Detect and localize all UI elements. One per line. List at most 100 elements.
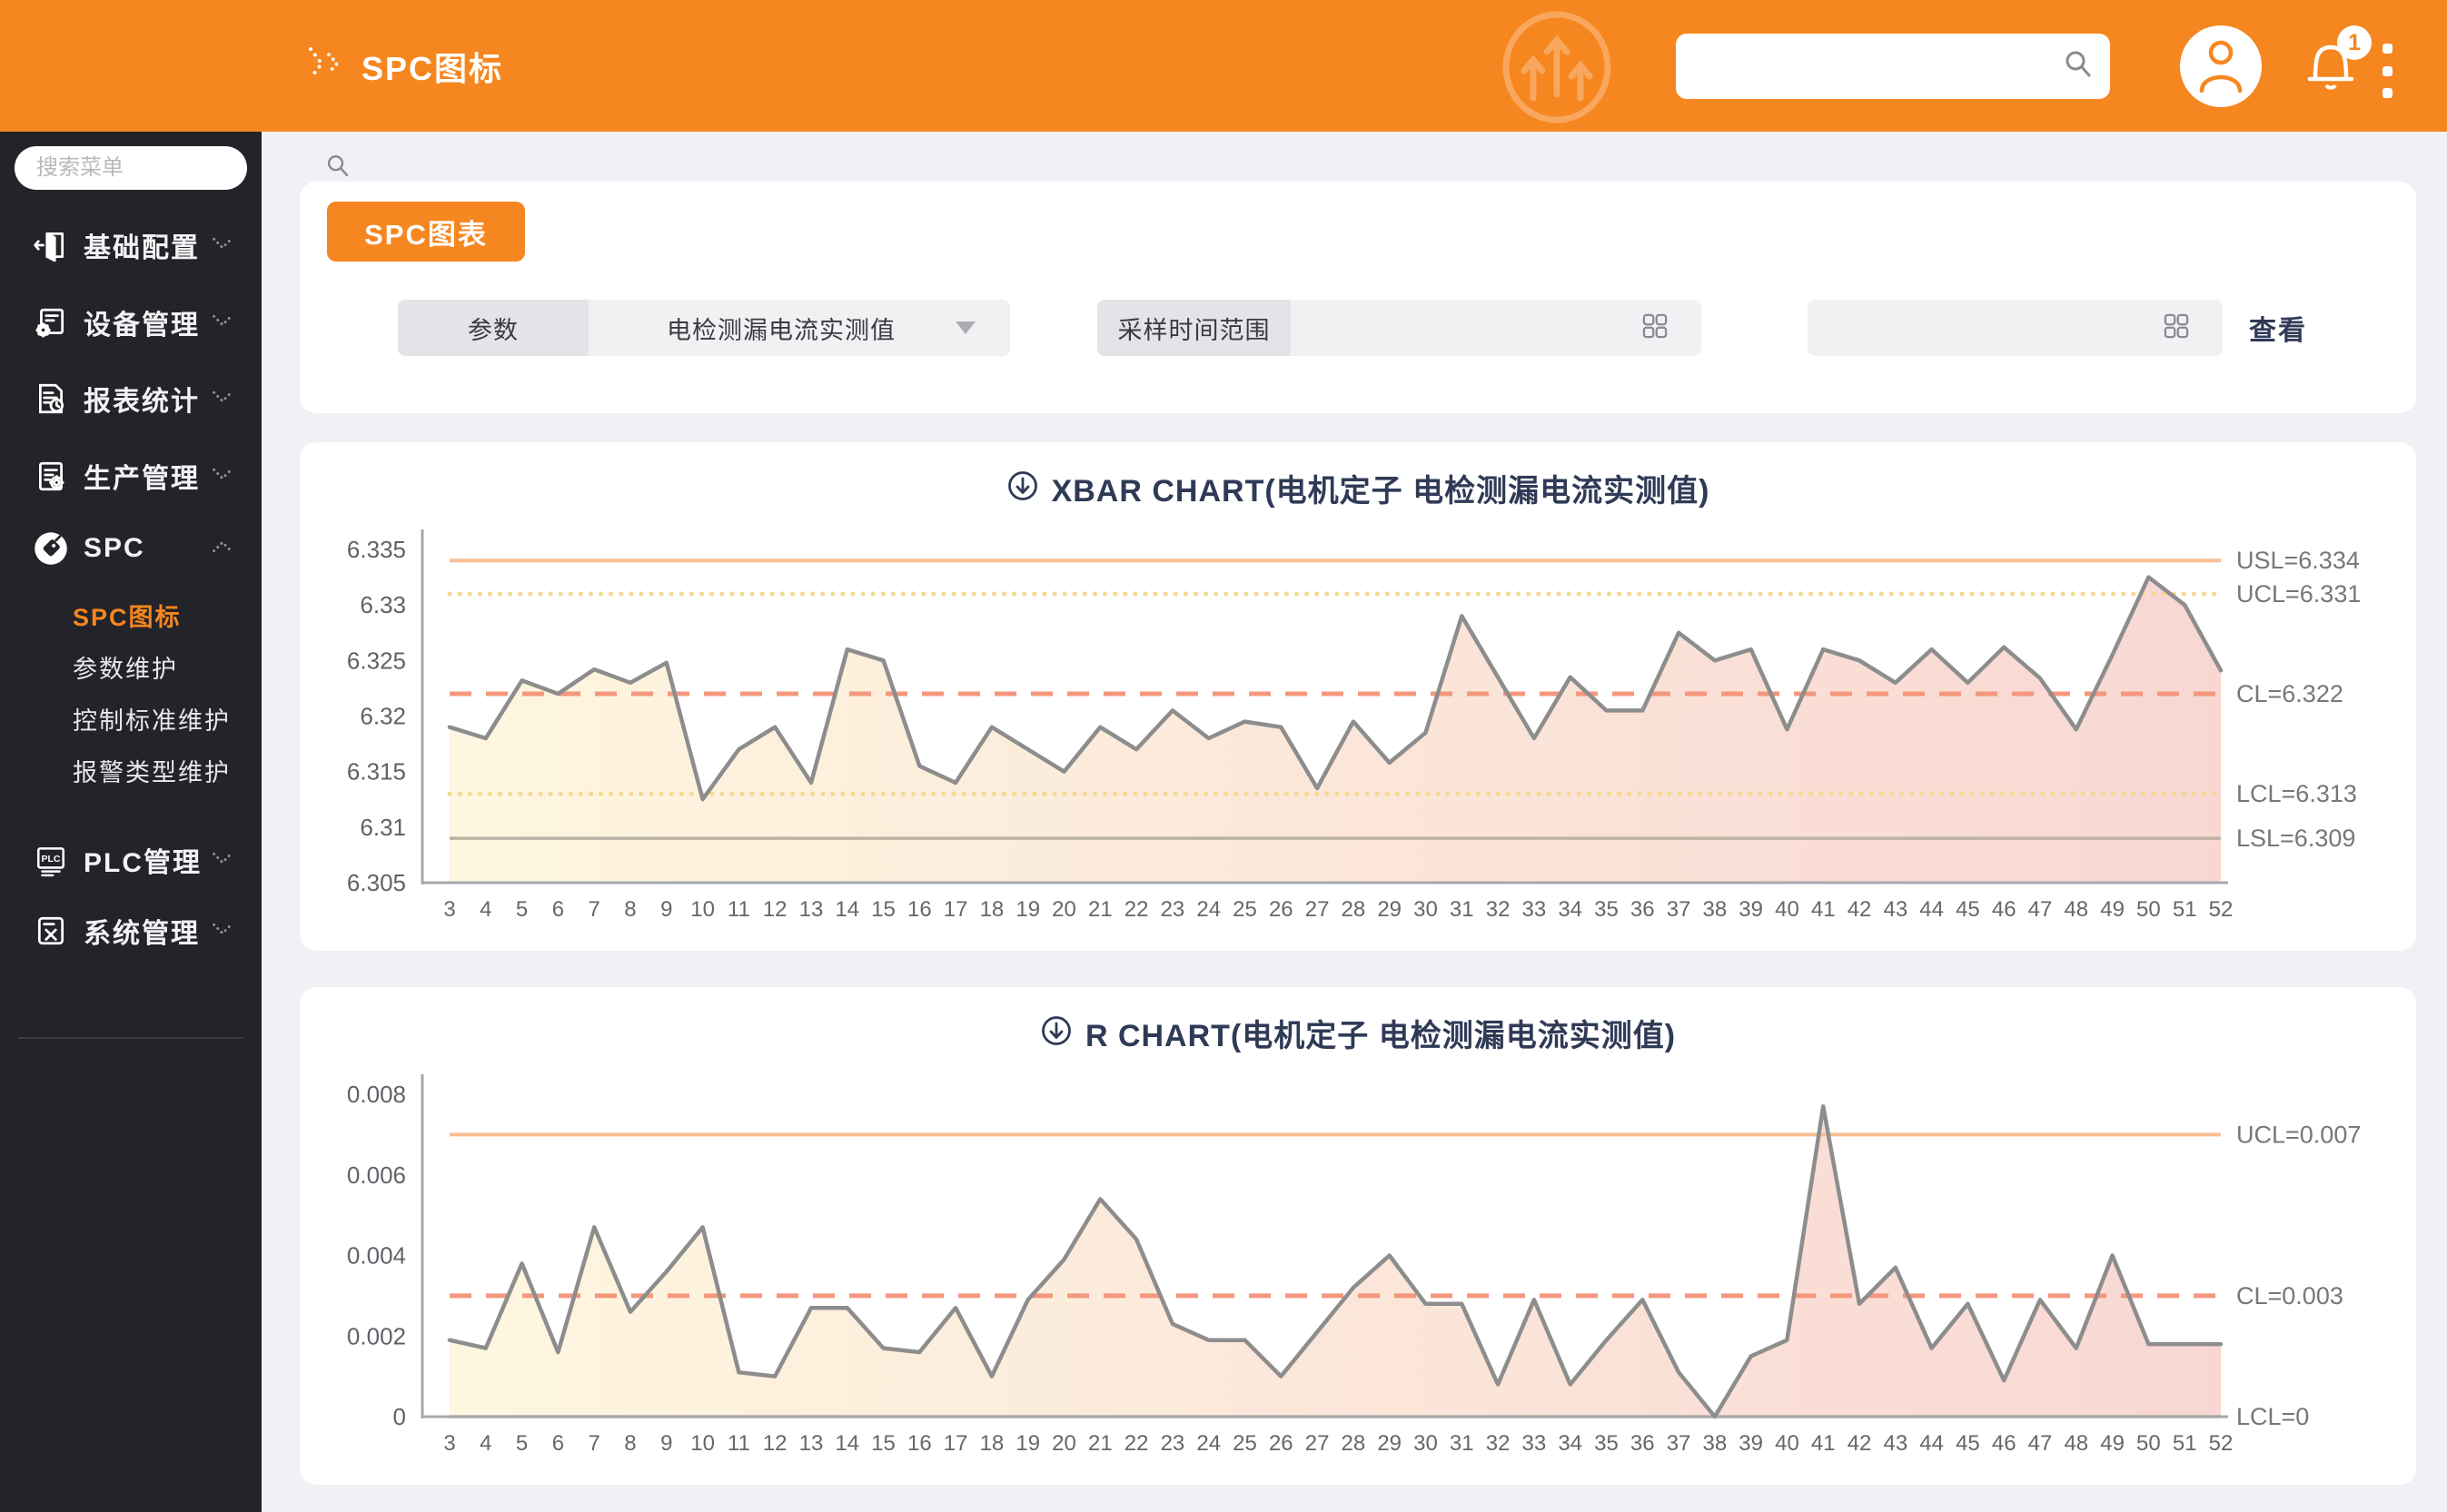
- download-circle-icon[interactable]: [1040, 1014, 1073, 1052]
- param-select[interactable]: 电检测漏电流实测值: [589, 300, 1010, 356]
- svg-text:24: 24: [1196, 1431, 1221, 1456]
- svg-text:46: 46: [1992, 1431, 2016, 1456]
- sidebar-item-label: 设备管理: [84, 302, 211, 342]
- date-from-input[interactable]: [1291, 300, 1701, 356]
- sidebar-item-device-mgmt[interactable]: 设备管理: [0, 295, 262, 350]
- svg-text:49: 49: [2100, 1431, 2125, 1456]
- chevron-down-icon: [211, 919, 234, 944]
- svg-text:27: 27: [1305, 1431, 1330, 1456]
- svg-text:9: 9: [660, 897, 672, 922]
- svg-text:49: 49: [2100, 897, 2125, 922]
- svg-text:44: 44: [1919, 897, 1944, 922]
- svg-text:33: 33: [1522, 897, 1547, 922]
- svg-text:14: 14: [835, 897, 859, 922]
- svg-text:38: 38: [1703, 897, 1728, 922]
- app-title: SPC图标: [362, 43, 503, 90]
- notification-badge: 1: [2337, 25, 2372, 60]
- calendar-icon[interactable]: [2163, 312, 2190, 344]
- date-to-input[interactable]: [1808, 300, 2223, 356]
- sidebar-subitem-spc-chart[interactable]: SPC图标: [0, 594, 262, 636]
- xbar-chart-svg: USL=6.334UCL=6.331CL=6.322LCL=6.313LSL=6…: [300, 442, 2416, 951]
- svg-text:48: 48: [2064, 1431, 2088, 1456]
- svg-text:52: 52: [2209, 897, 2234, 922]
- sidebar-item-label: 生产管理: [84, 456, 211, 496]
- svg-text:51: 51: [2173, 1431, 2197, 1456]
- sidebar-subitem-label: SPC图标: [73, 598, 182, 633]
- tag-circle-icon: [33, 530, 69, 567]
- svg-text:23: 23: [1161, 897, 1185, 922]
- sidebar-item-base-config[interactable]: 基础配置: [0, 218, 262, 272]
- svg-text:6.325: 6.325: [347, 647, 406, 674]
- header-search-input[interactable]: [1676, 53, 2063, 81]
- svg-text:37: 37: [1667, 1431, 1691, 1456]
- chevron-up-icon: [211, 537, 234, 561]
- header-bar: SPC图标: [0, 0, 2447, 132]
- svg-text:PLC: PLC: [41, 854, 60, 865]
- svg-text:34: 34: [1558, 897, 1582, 922]
- spc-chart-tab-button[interactable]: SPC图表: [327, 202, 525, 262]
- sidebar-item-report-stats[interactable]: 报表统计: [0, 371, 262, 426]
- svg-text:0.004: 0.004: [347, 1242, 406, 1270]
- sidebar: 基础配置设备管理报表统计生产管理 SPC SPC图标参数维护控制标准维护报警类型维护…: [0, 132, 262, 1512]
- svg-text:20: 20: [1052, 1431, 1076, 1456]
- svg-text:15: 15: [871, 1431, 896, 1456]
- sidebar-subitem-control-std-maint[interactable]: 控制标准维护: [0, 697, 262, 739]
- search-icon[interactable]: [325, 153, 351, 183]
- sidebar-search-input[interactable]: [15, 155, 325, 181]
- svg-text:14: 14: [835, 1431, 859, 1456]
- sidebar-subitem-alarm-type-maint[interactable]: 报警类型维护: [0, 749, 262, 791]
- notification-bell[interactable]: 1: [2303, 36, 2366, 100]
- logo-trend-icon: [1497, 11, 1624, 128]
- svg-text:0.002: 0.002: [347, 1322, 406, 1349]
- svg-text:11: 11: [728, 1431, 750, 1456]
- svg-text:27: 27: [1305, 897, 1330, 922]
- svg-text:8: 8: [624, 897, 636, 922]
- chevron-down-icon: [956, 321, 976, 334]
- xbar-chart-card: XBAR CHART(电机定子 电检测漏电流实测值) USL=6.334UCL=…: [300, 442, 2416, 951]
- svg-text:45: 45: [1956, 1431, 1980, 1456]
- svg-text:28: 28: [1342, 1431, 1366, 1456]
- svg-text:44: 44: [1919, 1431, 1944, 1456]
- chart-title: R CHART(电机定子 电检测漏电流实测值): [1085, 1011, 1676, 1055]
- svg-text:LSL=6.309: LSL=6.309: [2236, 825, 2355, 852]
- sidebar-item-spc[interactable]: SPC: [0, 521, 262, 576]
- svg-text:12: 12: [763, 1431, 788, 1456]
- svg-text:32: 32: [1486, 1431, 1511, 1456]
- svg-text:19: 19: [1015, 1431, 1040, 1456]
- svg-text:47: 47: [2028, 897, 2053, 922]
- sidebar-subitem-param-maint[interactable]: 参数维护: [0, 646, 262, 687]
- svg-text:36: 36: [1630, 897, 1655, 922]
- sidebar-item-label: 基础配置: [84, 225, 211, 265]
- spc-dashboard: SPC图标: [0, 0, 2447, 1512]
- calendar-icon[interactable]: [1641, 312, 1669, 344]
- view-button[interactable]: 查看: [2244, 300, 2313, 356]
- svg-text:42: 42: [1848, 897, 1872, 922]
- svg-text:17: 17: [944, 897, 968, 922]
- svg-text:6: 6: [552, 1431, 564, 1456]
- sidebar-item-production-mgmt[interactable]: 生产管理: [0, 449, 262, 503]
- svg-text:21: 21: [1088, 897, 1113, 922]
- svg-text:3: 3: [443, 1431, 455, 1456]
- filter-card: SPC图表 参数 电检测漏电流实测值 采样时间范围 查看: [300, 182, 2416, 413]
- sidebar-search: [15, 146, 247, 190]
- sidebar-item-plc-mgmt[interactable]: PLCPLC管理: [0, 833, 262, 887]
- avatar[interactable]: [2180, 25, 2262, 107]
- svg-text:11: 11: [728, 897, 750, 922]
- sidebar-divider: [18, 1037, 243, 1039]
- kebab-menu-icon[interactable]: [2378, 44, 2396, 98]
- search-icon[interactable]: [2063, 49, 2094, 84]
- svg-text:50: 50: [2136, 897, 2161, 922]
- sidebar-item-system-mgmt[interactable]: 系统管理: [0, 904, 262, 958]
- svg-text:6.305: 6.305: [347, 869, 406, 896]
- svg-text:28: 28: [1342, 897, 1366, 922]
- svg-text:18: 18: [980, 1431, 1005, 1456]
- double-chevron-icon: [307, 40, 347, 92]
- system-box-icon: [33, 913, 69, 949]
- chevron-down-icon: [211, 387, 234, 411]
- chevron-down-icon: [211, 311, 234, 335]
- svg-text:30: 30: [1413, 1431, 1438, 1456]
- download-circle-icon[interactable]: [1006, 469, 1039, 507]
- svg-text:3: 3: [443, 897, 455, 922]
- svg-text:22: 22: [1124, 897, 1149, 922]
- svg-text:16: 16: [907, 1431, 932, 1456]
